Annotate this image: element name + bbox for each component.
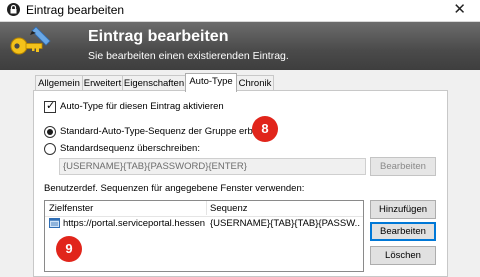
banner-title: Eintrag bearbeiten xyxy=(88,28,229,45)
delete-button[interactable]: Löschen xyxy=(370,246,436,265)
row-sequence: {USERNAME}{TAB}{TAB}{PASSW... xyxy=(210,218,360,229)
callout-badge-9: 9 xyxy=(56,236,82,262)
key-pen-icon xyxy=(6,24,54,71)
tab-eigenschaften[interactable]: Eigenschaften xyxy=(122,75,186,91)
override-sequence-label: Standardsequenz überschreiben: xyxy=(60,143,200,154)
table-row[interactable]: https://portal.serviceportal.hessen.... … xyxy=(45,216,363,231)
window-sequences-label: Benutzerdef. Sequenzen für angegebene Fe… xyxy=(44,183,305,194)
tab-auto-type[interactable]: Auto-Type xyxy=(185,73,237,92)
add-button[interactable]: Hinzufügen xyxy=(370,200,436,219)
window-sequences-list[interactable]: Zielfenster Sequenz https://portal.servi… xyxy=(44,200,364,272)
header-banner: Eintrag bearbeiten Sie bearbeiten einen … xyxy=(0,22,480,70)
column-separator[interactable] xyxy=(206,201,207,215)
banner-subtitle: Sie bearbeiten einen existierenden Eintr… xyxy=(88,50,289,62)
window-icon xyxy=(49,218,60,231)
keepass-lock-icon xyxy=(7,3,20,16)
column-header-sequence[interactable]: Sequenz xyxy=(210,203,248,214)
radio-selected-dot xyxy=(47,129,53,135)
enable-autotype-checkbox[interactable]: ✓ xyxy=(44,100,56,113)
window-title: Eintrag bearbeiten xyxy=(26,3,125,17)
tab-allgemein[interactable]: Allgemein xyxy=(35,75,83,91)
list-header: Zielfenster Sequenz xyxy=(45,201,363,217)
close-button[interactable]: ✕ xyxy=(453,0,466,20)
callout-badge-8: 8 xyxy=(252,116,278,142)
row-target-window: https://portal.serviceportal.hessen.... xyxy=(63,218,205,229)
edit-button[interactable]: Bearbeiten xyxy=(370,222,436,241)
inherit-group-sequence-label: Standard-Auto-Type-Sequenz der Gruppe er… xyxy=(60,126,264,137)
enable-autotype-label: Auto-Type für diesen Eintrag aktivieren xyxy=(60,101,224,112)
inherit-group-sequence-radio[interactable] xyxy=(44,126,56,138)
edit-sequence-button[interactable]: Bearbeiten xyxy=(370,157,436,176)
override-sequence-radio[interactable] xyxy=(44,143,56,155)
column-header-target[interactable]: Zielfenster xyxy=(49,203,93,214)
title-bar: Eintrag bearbeiten ✕ xyxy=(0,0,480,22)
checkmark-icon: ✓ xyxy=(46,100,56,112)
tab-chronik[interactable]: Chronik xyxy=(236,75,274,91)
override-sequence-field[interactable]: {USERNAME}{TAB}{PASSWORD}{ENTER} xyxy=(59,158,366,175)
tab-erweitert[interactable]: Erweitert xyxy=(82,75,123,91)
